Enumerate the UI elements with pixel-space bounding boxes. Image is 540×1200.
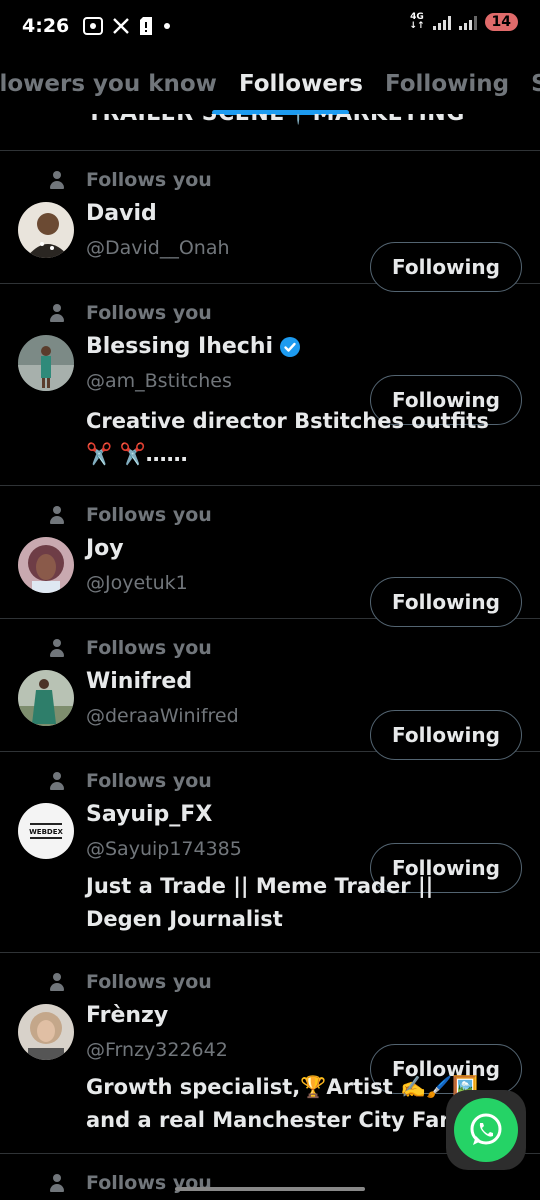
user-name[interactable]: Winifred [86,669,192,694]
user-bio: Growth specialist,🏆Artist ✍️🖌️🖼️ and a r… [86,1075,479,1132]
follows-you-label: Follows you [86,169,212,191]
signal-icon-2 [458,14,477,30]
follows-you-row: Follows you [48,302,212,324]
avatar-logo-text: WEBDEX [29,828,63,836]
follows-you-row: Follows you [48,504,212,526]
person-icon [48,304,66,322]
list-item[interactable]: Follows you Winifred @deraaWinifred Foll… [0,619,540,760]
name-line: Joy [86,536,124,561]
home-indicator [175,1187,365,1191]
person-icon [48,1174,66,1192]
user-handle[interactable]: @David__Onah [86,237,230,259]
status-right: 4G ↓↑ 14 [409,13,518,31]
follows-you-row: Follows you [48,770,212,792]
whatsapp-icon [454,1098,518,1162]
person-icon [48,506,66,524]
follows-you-label: Follows you [86,971,212,993]
user-handle[interactable]: @Sayuip174385 [86,838,242,860]
tab-following[interactable]: Following [374,71,520,97]
user-name[interactable]: Sayuip_FX [86,802,212,827]
person-icon [48,772,66,790]
x-app-icon [113,18,130,34]
name-line: Frènzy [86,1003,168,1028]
list-item[interactable]: Follows you WEBDEX Sayuip_FX @Sayuip1743… [0,752,540,953]
user-handle[interactable]: @am_Bstitches [86,370,232,392]
avatar[interactable] [18,335,74,391]
user-handle[interactable]: @Frnzy322642 [86,1039,228,1061]
status-bar: 4:26 4G ↓↑ 14 [0,0,540,52]
avatar[interactable] [18,537,74,593]
list-item[interactable]: Follows you Blessing Ihechi @am_Bstitche… [0,284,540,486]
battery-indicator: 14 [484,13,518,31]
name-line: Winifred [86,669,192,694]
avatar[interactable] [18,670,74,726]
user-name[interactable]: Joy [86,536,124,561]
person-icon [48,973,66,991]
screenshot-icon [83,17,104,35]
name-line: David [86,201,157,226]
whatsapp-floating-button[interactable] [446,1090,526,1170]
follows-you-row: Follows you [48,637,212,659]
follows-you-label: Follows you [86,770,212,792]
verified-badge-icon [280,336,301,357]
tab-bar: Followers you know Followers Following S… [0,54,540,114]
avatar[interactable]: WEBDEX [18,803,74,859]
user-bio: Just a Trade || Meme Trader || Degen Jou… [86,874,434,931]
follows-you-row: Follows you [48,971,212,993]
notification-icons [83,17,171,35]
follows-you-label: Follows you [86,302,212,324]
user-handle[interactable]: @deraaWinifred [86,705,239,727]
avatar[interactable] [18,202,74,258]
partial-bio: TRAILER SCENE📍MARKETING [87,114,465,126]
status-time: 4:26 [22,15,70,37]
list-item[interactable]: Follows you Joy @Joyetuk1 Following [0,486,540,627]
avatar[interactable] [18,1004,74,1060]
follows-you-label: Follows you [86,637,212,659]
tab-followers-you-know[interactable]: Followers you know [0,71,228,97]
sim-alert-icon [140,17,153,35]
person-icon [48,171,66,189]
name-line: Blessing Ihechi [86,334,301,359]
network-type: 4G ↓↑ [409,12,425,31]
signal-icon-1 [432,14,451,30]
name-line: Sayuip_FX [86,802,212,827]
list-item[interactable]: Follows you David @David__Onah Following [0,151,540,292]
followers-list[interactable]: TRAILER SCENE📍MARKETING Follows you Davi… [0,114,540,1200]
list-item-partial: TRAILER SCENE📍MARKETING [0,114,540,151]
follows-you-row: Follows you [48,169,212,191]
user-name[interactable]: Blessing Ihechi [86,334,273,359]
user-bio: Creative director Bstitches outfits ✂️ ✂… [86,409,489,466]
user-name[interactable]: Frènzy [86,1003,168,1028]
user-name[interactable]: David [86,201,157,226]
tab-subscriptions[interactable]: Subscriptions [520,71,540,97]
person-icon [48,639,66,657]
dot-icon [164,23,171,29]
user-handle[interactable]: @Joyetuk1 [86,572,188,594]
tab-followers[interactable]: Followers [228,71,374,97]
follows-you-label: Follows you [86,504,212,526]
